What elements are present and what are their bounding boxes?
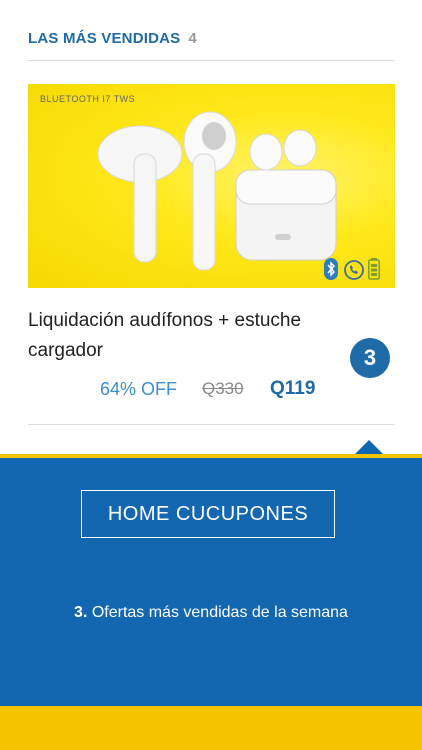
discount-label: 64% OFF	[100, 378, 178, 399]
product-image[interactable]: BLUETOOTH I7 TWS	[28, 84, 395, 288]
bottom-bar	[0, 706, 422, 750]
tooltip-pointer	[355, 440, 383, 454]
tooltip-caption: 3. Ofertas más vendidas de la semana	[0, 604, 422, 622]
new-price: Q119	[270, 378, 316, 399]
card-divider	[28, 424, 394, 425]
product-title[interactable]: Liquidación audífonos + estuche cargador	[28, 306, 348, 366]
old-price: Q330	[202, 379, 244, 398]
home-cucupones-button[interactable]: HOME CUCUPONES	[81, 490, 335, 538]
phone-icon	[344, 260, 364, 280]
bluetooth-icon	[324, 258, 338, 280]
section-header: LAS MÁS VENDIDAS 4	[28, 28, 197, 48]
caption-number: 3.	[74, 604, 88, 621]
battery-icon	[368, 258, 380, 280]
section-title: LAS MÁS VENDIDAS	[28, 29, 181, 47]
price-row: 64% OFF Q330 Q119	[28, 376, 395, 402]
caption-text: Ofertas más vendidas de la semana	[87, 604, 348, 621]
section-count: 4	[188, 29, 197, 47]
step-badge: 3	[350, 338, 390, 378]
header-divider	[28, 60, 394, 61]
product-card[interactable]: BLUETOOTH I7 TWS Liquidación audífonos +…	[28, 84, 395, 424]
earbuds-illustration	[97, 111, 337, 271]
